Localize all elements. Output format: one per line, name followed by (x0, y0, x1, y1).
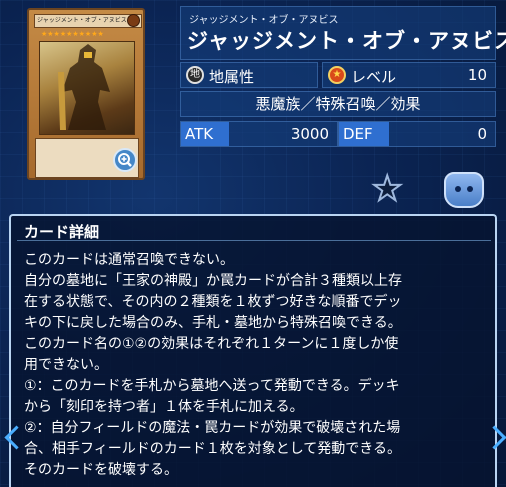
effect-line: 在する状態で、その内の２種類を１枚ずつ好きな順番でデッ (24, 294, 402, 310)
level-star-icon: ★ (328, 66, 346, 84)
effect-line: そのカードを破壊する。 (24, 462, 178, 478)
star-outline-icon[interactable]: ★ (371, 171, 404, 207)
card-thumbnail[interactable]: ジャッジメント・オブ・アヌビス ★★★★★★★★★★ (27, 8, 145, 180)
card-thumbnail-level-stars: ★★★★★★★★★★ (41, 30, 104, 38)
deck-icon-eye-left (455, 186, 461, 192)
magnifier-plus-icon[interactable] (113, 148, 137, 172)
effect-line: ②：自分フィールドの魔法・罠カードが効果で破壊された場 (24, 420, 401, 436)
previous-card-chevron-icon[interactable] (2, 413, 29, 461)
def-label: DEF (339, 122, 389, 146)
effect-line: から「刻印を持つ者」１体を手札に加える。 (24, 399, 304, 415)
atk-label: ATK (181, 122, 229, 146)
effect-line: このカード名の①②の効果はそれぞれ１ターンに１度しか使 (24, 336, 399, 352)
attribute-label: 地属性 (209, 68, 255, 86)
deck-icon-eye-right (467, 186, 473, 192)
def-value: 0 (477, 125, 487, 143)
card-thumbnail-attribute-icon (127, 14, 140, 27)
card-thumbnail-name: ジャッジメント・オブ・アヌビス (34, 14, 142, 28)
effect-line: 合、相手フィールドのカード１枚を対象として発動できる。 (24, 441, 402, 457)
effect-line: ①：このカードを手札から墓地へ送って発動できる。デッキ (24, 378, 400, 394)
effect-line: 用できない。 (24, 357, 108, 373)
attribute-row: 地 地属性 (180, 62, 318, 88)
card-artwork (39, 41, 135, 135)
def-row: DEF 0 (338, 121, 496, 147)
atk-row: ATK 3000 (180, 121, 338, 147)
level-label: レベル (351, 68, 397, 86)
card-details-panel[interactable]: カード詳細 このカードは通常召喚できない。 自分の墓地に「王家の神殿」か罠カード… (9, 214, 497, 487)
card-name-panel: ジャッジメント・オブ・アヌビス ジャッジメント・オブ・アヌビス (180, 6, 506, 60)
effect-line: キの下に戻した場合のみ、手札・墓地から特殊召喚できる。 (24, 315, 402, 331)
monster-type: 悪魔族／特殊召喚／効果 (255, 95, 421, 113)
level-row: ★ レベル 10 (322, 62, 496, 88)
divider (17, 240, 491, 241)
deck-character-icon[interactable] (444, 172, 484, 208)
level-value: 10 (467, 66, 487, 84)
monster-type-row: 悪魔族／特殊召喚／効果 (180, 91, 496, 117)
card-name: ジャッジメント・オブ・アヌビス (187, 29, 506, 53)
card-details-title: カード詳細 (24, 223, 100, 241)
earth-attribute-icon: 地 (186, 66, 204, 84)
effect-line: このカードは通常召喚できない。 (24, 252, 234, 268)
card-effect-text: このカードは通常召喚できない。 自分の墓地に「王家の神殿」か罠カードが合計３種類… (24, 250, 492, 481)
atk-value: 3000 (290, 125, 329, 143)
next-card-chevron-icon[interactable] (482, 413, 506, 461)
card-name-ruby: ジャッジメント・オブ・アヌビス (189, 15, 339, 26)
effect-line: 自分の墓地に「王家の神殿」か罠カードが合計３種類以上存 (24, 273, 402, 289)
